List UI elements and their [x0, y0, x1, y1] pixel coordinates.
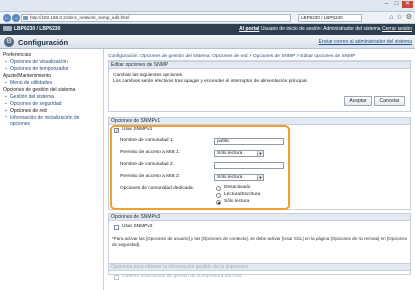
sidebar-item-security[interactable]: Opciones de seguridad [0, 101, 103, 108]
dedicated-community-label: Opciones de comunidad dedicada: [120, 186, 194, 191]
mib1-select[interactable]: Sólo lectura ▼ [214, 150, 264, 157]
url-input[interactable]: http://192.168.0.215/nc_network_snmp_edi… [21, 14, 291, 22]
browser-tab[interactable]: LBP6230 / LBP6230 [298, 14, 362, 22]
star-icon[interactable]: ☆ [396, 14, 402, 22]
page-icon [23, 16, 28, 20]
printer-mgmt-section-header: Opciones para obtener la información ges… [108, 263, 411, 271]
device-name: LBP6230 / LBP6230 [3, 26, 60, 32]
mib2-select[interactable]: Sólo lectura ▼ [214, 174, 264, 181]
use-snmpv1-label: Usar SNMPv1 [122, 127, 153, 132]
sidebar-item-timer[interactable]: Opciones de temporizador [0, 66, 103, 73]
gear-icon[interactable]: ⚙ [406, 14, 412, 22]
home-icon[interactable]: ⌂ [389, 14, 393, 22]
header-user-area: Al portal Usuario de inicio de sesión: A… [239, 26, 412, 32]
community2-input[interactable] [214, 162, 284, 169]
cancel-button[interactable]: Cancelar [374, 96, 405, 106]
community1-input[interactable]: public [214, 138, 284, 145]
printer-mgmt-label: Obtener información de gestión de la imp… [122, 274, 242, 279]
device-header: LBP6230 / LBP6230 Al portal Usuario de i… [0, 24, 415, 35]
radio-disabled-label: Desactivado [224, 185, 251, 190]
sidebar-heading-adjustment: Ajuste/Mantenimiento [3, 73, 52, 79]
back-icon[interactable]: ← [3, 14, 11, 22]
logout-link[interactable]: Cerrar sesión [382, 26, 412, 32]
mib1-select-value: Sólo lectura [217, 151, 243, 156]
use-snmpv3-checkbox[interactable] [114, 225, 119, 230]
printer-mgmt-checkbox[interactable] [114, 275, 119, 280]
radio-read-only[interactable] [216, 200, 221, 205]
printer-icon [3, 26, 12, 32]
community2-label: Nombre de comunidad 2: [120, 162, 174, 167]
chevron-down-icon: ▼ [257, 175, 263, 180]
page-header: ⚙ Configuración Enviar correo al adminis… [0, 35, 415, 49]
sidebar-item-utilities[interactable]: Menú de utilidades [0, 80, 103, 87]
mib2-label: Permiso de acceso a MIB 2: [120, 174, 180, 179]
use-snmpv1-checkbox[interactable]: ✓ [114, 128, 119, 133]
accept-button[interactable]: Aceptar [344, 96, 372, 106]
address-bar: ← → http://192.168.0.215/nc_network_snmp… [0, 12, 415, 24]
mib1-label: Permiso de acceso a MIB 1: [120, 150, 180, 155]
browser-title-bar: – □ ✕ [0, 0, 415, 12]
sidebar: Preferencias Opciones de visualización O… [0, 49, 104, 290]
maximize-button[interactable]: □ [392, 1, 401, 8]
page-title: Configuración [18, 38, 69, 47]
portal-link[interactable]: Al portal [239, 26, 259, 32]
sidebar-heading-system-management: Opciones de gestión del sistema [3, 87, 76, 93]
settings-icon: ⚙ [4, 37, 14, 47]
sidebar-heading-preferences: Preferencias [3, 52, 32, 58]
community1-label: Nombre de comunidad 1: [120, 138, 174, 143]
sidebar-item-initialization[interactable]: Información de inicialización de opcione… [0, 115, 80, 127]
sidebar-item-network[interactable]: Opciones de red [0, 108, 103, 115]
browser-toolbar: ⌂ ☆ ⚙ [389, 14, 412, 22]
forward-icon[interactable]: → [12, 14, 20, 22]
mib2-select-value: Sólo lectura [217, 175, 243, 180]
notice-line-2: Los cambios serán efectivos tras apagar … [113, 79, 308, 84]
breadcrumb: Configuración: Opciones de gestión del s… [108, 52, 412, 61]
minimize-button[interactable]: – [382, 1, 391, 8]
radio-read-write-label: Lectura/Escritura [224, 192, 261, 197]
radio-read-only-label: Sólo lectura [224, 199, 250, 204]
radio-disabled[interactable] [216, 186, 221, 191]
use-snmpv3-label: Usar SNMPv3 [122, 224, 153, 229]
sidebar-item-display[interactable]: Opciones de visualización [0, 59, 103, 66]
mail-admin-link[interactable]: Enviar correo al administrador del siste… [319, 39, 412, 45]
sidebar-item-system-management[interactable]: Gestión del sistema [0, 94, 103, 101]
chevron-down-icon: ▼ [257, 151, 263, 156]
notice-line-1: Cambiar las siguientes opciones. [113, 73, 184, 78]
snmpv1-section-header: Opciones de SNMPv1 [108, 117, 411, 125]
user-text: Usuario de inicio de sesión: Administrad… [260, 26, 381, 32]
edit-section-header: Editar opciones de SNMP [108, 61, 411, 69]
radio-read-write[interactable] [216, 193, 221, 198]
window-controls: – □ ✕ [382, 1, 413, 8]
close-button[interactable]: ✕ [402, 1, 413, 8]
url-text: http://192.168.0.215/nc_network_snmp_edi… [30, 15, 130, 20]
snmpv3-note: *Para activar las [Opciones de usuario] … [112, 236, 408, 247]
snmpv3-section-header: Opciones de SNMPv3 [108, 213, 411, 221]
